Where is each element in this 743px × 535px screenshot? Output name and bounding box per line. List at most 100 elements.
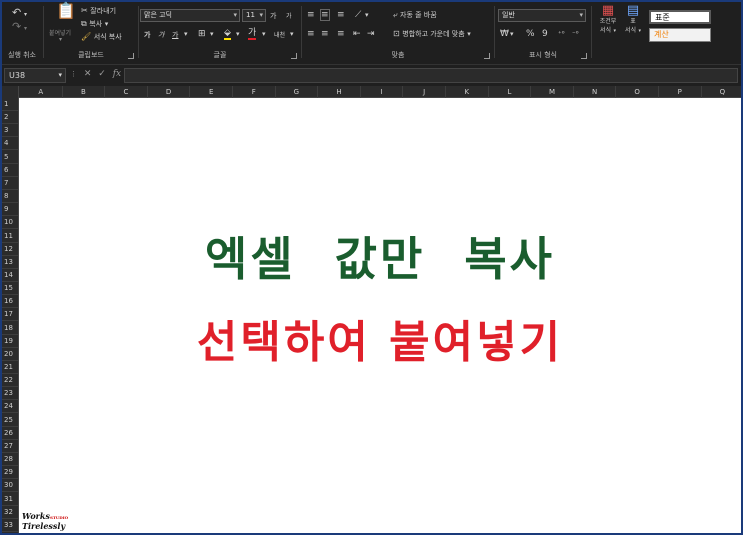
select-all-corner[interactable]	[2, 86, 19, 98]
row-header-cell[interactable]: 31	[2, 493, 18, 506]
border-dropdown-icon[interactable]: ▾	[210, 30, 214, 38]
row-header-cell[interactable]: 14	[2, 269, 18, 282]
row-header-cell[interactable]: 21	[2, 361, 18, 374]
format-painter-button[interactable]: 🖌 서식 복사	[81, 32, 122, 42]
row-header-cell[interactable]: 20	[2, 348, 18, 361]
border-icon[interactable]: ⊞	[198, 29, 206, 39]
row-header-cell[interactable]: 6	[2, 164, 18, 177]
underline-dropdown-icon[interactable]: ▾	[184, 30, 188, 38]
row-header-cell[interactable]: 5	[2, 151, 18, 164]
row-header-cell[interactable]: 30	[2, 479, 18, 493]
row-header-cell[interactable]: 25	[2, 414, 18, 427]
column-header-cell[interactable]: E	[190, 86, 233, 98]
column-header-cell[interactable]: M	[531, 86, 574, 98]
column-header-cell[interactable]: G	[276, 86, 319, 98]
column-header-cell[interactable]: I	[361, 86, 404, 98]
conditional-format-button[interactable]: ▦ 조건부 서식 ▾	[595, 4, 621, 50]
style-normal[interactable]: 표준	[649, 10, 711, 24]
phonetic-button[interactable]: 내천	[274, 30, 285, 39]
alignment-launcher-icon[interactable]	[484, 53, 490, 59]
row-header-cell[interactable]: 29	[2, 466, 18, 480]
cancel-icon[interactable]: ✕	[84, 69, 92, 79]
column-header-cell[interactable]: N	[574, 86, 617, 98]
align-middle-icon[interactable]: ≡	[320, 9, 330, 21]
row-header-cell[interactable]: 24	[2, 400, 18, 414]
align-top-icon[interactable]: ≡	[307, 10, 315, 20]
column-header-cell[interactable]: H	[318, 86, 361, 98]
decrease-indent-icon[interactable]: ⇤	[353, 29, 361, 39]
column-header-cell[interactable]: B	[63, 86, 106, 98]
style-calc[interactable]: 계산	[649, 28, 711, 42]
orientation-icon[interactable]: ⟋	[355, 10, 361, 20]
row-header-cell[interactable]: 32	[2, 506, 18, 519]
row-header-cell[interactable]: 10	[2, 216, 18, 230]
worksheet[interactable]: 엑셀 값만 복사 선택하여 붙여넣기 WorksSTUDIO Tirelessl…	[19, 98, 741, 533]
increase-decimal-icon[interactable]: ⁺⁰	[558, 29, 565, 39]
decrease-decimal-icon[interactable]: ⁻⁰	[572, 29, 579, 39]
undo-dropdown-icon[interactable]: ▾	[24, 10, 27, 20]
cut-button[interactable]: ✂ 잘라내기	[81, 6, 116, 16]
column-header-cell[interactable]: J	[403, 86, 446, 98]
font-color-dropdown-icon[interactable]: ▾	[262, 30, 266, 38]
bold-button[interactable]: 가	[144, 30, 150, 40]
align-center-icon[interactable]: ≡	[321, 29, 329, 39]
row-header-cell[interactable]: 13	[2, 256, 18, 269]
row-header-cell[interactable]: 2	[2, 111, 18, 125]
row-header-cell[interactable]: 22	[2, 374, 18, 388]
merge-center-button[interactable]: ⊡ 병합하고 가운데 맞춤 ▾	[393, 29, 471, 39]
column-header-cell[interactable]: C	[105, 86, 148, 98]
name-box[interactable]: U38 ▾	[4, 68, 66, 83]
number-format-combo[interactable]: 일반 ▾	[498, 9, 586, 22]
orientation-dropdown-icon[interactable]: ▾	[365, 11, 369, 19]
paste-button[interactable]: 📋 붙여넣기 ▾	[49, 3, 76, 44]
column-header-cell[interactable]: Q	[702, 86, 743, 98]
fill-color-icon[interactable]: ⬙	[224, 28, 231, 40]
grow-font-button[interactable]: 가	[270, 11, 276, 21]
row-header-cell[interactable]: 11	[2, 230, 18, 243]
insert-function-button[interactable]: fx	[113, 69, 121, 79]
undo-icon[interactable]: ↶	[12, 7, 21, 18]
row-header-cell[interactable]: 18	[2, 322, 18, 335]
redo-dropdown-icon[interactable]: ▾	[24, 24, 27, 34]
column-header-cell[interactable]: D	[148, 86, 191, 98]
column-header-cell[interactable]: A	[20, 86, 63, 98]
increase-indent-icon[interactable]: ⇥	[367, 29, 375, 39]
row-header-cell[interactable]: 16	[2, 295, 18, 309]
row-header-cell[interactable]: 27	[2, 440, 18, 453]
number-launcher-icon[interactable]	[581, 53, 587, 59]
align-left-icon[interactable]: ≡	[307, 29, 315, 39]
row-header-cell[interactable]: 19	[2, 335, 18, 348]
wrap-text-button[interactable]: ⤶ 자동 줄 바꿈	[393, 10, 437, 20]
font-launcher-icon[interactable]	[291, 53, 297, 59]
row-header-cell[interactable]: 3	[2, 124, 18, 138]
row-header-cell[interactable]: 28	[2, 453, 18, 467]
accounting-icon[interactable]: ₩	[500, 29, 509, 39]
column-header-cell[interactable]: P	[659, 86, 702, 98]
row-header-cell[interactable]: 9	[2, 203, 18, 217]
comma-icon[interactable]: 9	[542, 29, 548, 39]
align-right-icon[interactable]: ≡	[337, 29, 345, 39]
row-header-cell[interactable]: 17	[2, 308, 18, 322]
column-header-cell[interactable]: O	[616, 86, 659, 98]
formula-input[interactable]	[124, 68, 738, 83]
row-header-cell[interactable]: 12	[2, 243, 18, 256]
fill-color-dropdown-icon[interactable]: ▾	[236, 30, 240, 38]
row-header-cell[interactable]: 7	[2, 177, 18, 190]
italic-button[interactable]: 가	[158, 30, 164, 40]
format-as-table-button[interactable]: ▤ 표 서식 ▾	[621, 4, 645, 50]
accounting-dropdown-icon[interactable]: ▾	[510, 30, 514, 38]
percent-button[interactable]: %	[526, 29, 535, 39]
column-header-cell[interactable]: L	[489, 86, 532, 98]
row-header-cell[interactable]: 1	[2, 98, 18, 111]
row-header-cell[interactable]: 33	[2, 519, 18, 532]
font-name-combo[interactable]: 맑은 고딕 ▾	[140, 9, 240, 22]
confirm-icon[interactable]: ✓	[98, 69, 106, 79]
font-size-combo[interactable]: 11 ▾	[242, 9, 266, 22]
shrink-font-button[interactable]: 가	[286, 11, 292, 20]
phonetic-dropdown-icon[interactable]: ▾	[290, 30, 294, 38]
row-header-cell[interactable]: 26	[2, 427, 18, 440]
underline-button[interactable]: 가	[172, 30, 178, 40]
column-header-cell[interactable]: F	[233, 86, 276, 98]
row-header-cell[interactable]: 8	[2, 190, 18, 204]
redo-icon[interactable]: ↷	[12, 21, 21, 32]
